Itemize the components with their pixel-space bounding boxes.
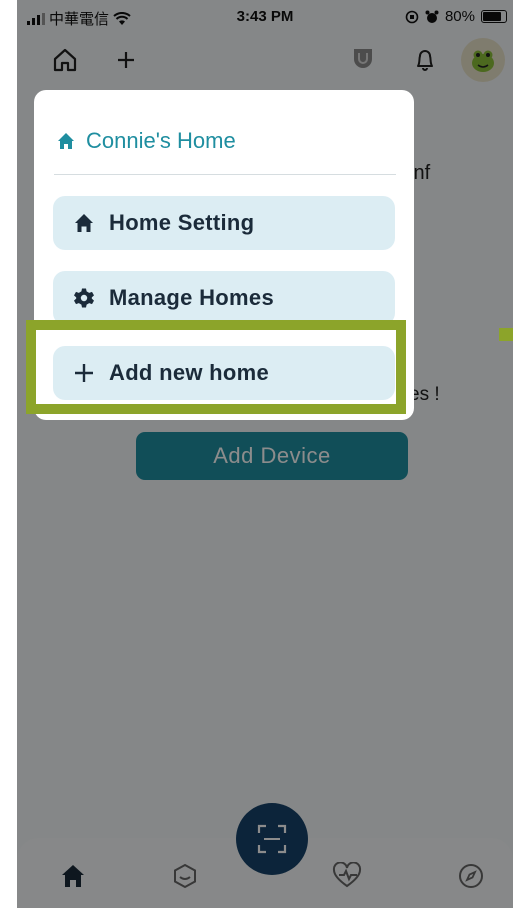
menu-item-label: Manage Homes xyxy=(109,285,274,310)
current-home-header[interactable]: Connie's Home xyxy=(56,128,236,154)
app-screen: 中華電信 3:43 PM 80% inf es ! Add Device Con… xyxy=(17,0,513,908)
gear-icon xyxy=(74,288,94,308)
highlight-marker xyxy=(499,328,513,341)
current-home-name: Connie's Home xyxy=(86,128,236,153)
menu-item-label: Home Setting xyxy=(109,210,255,235)
home-setting-button[interactable]: Home Setting xyxy=(53,196,395,250)
highlight-box xyxy=(26,320,406,414)
home-icon xyxy=(58,133,74,149)
manage-homes-button[interactable]: Manage Homes xyxy=(53,271,395,325)
home-icon xyxy=(75,214,93,232)
divider xyxy=(54,174,396,175)
